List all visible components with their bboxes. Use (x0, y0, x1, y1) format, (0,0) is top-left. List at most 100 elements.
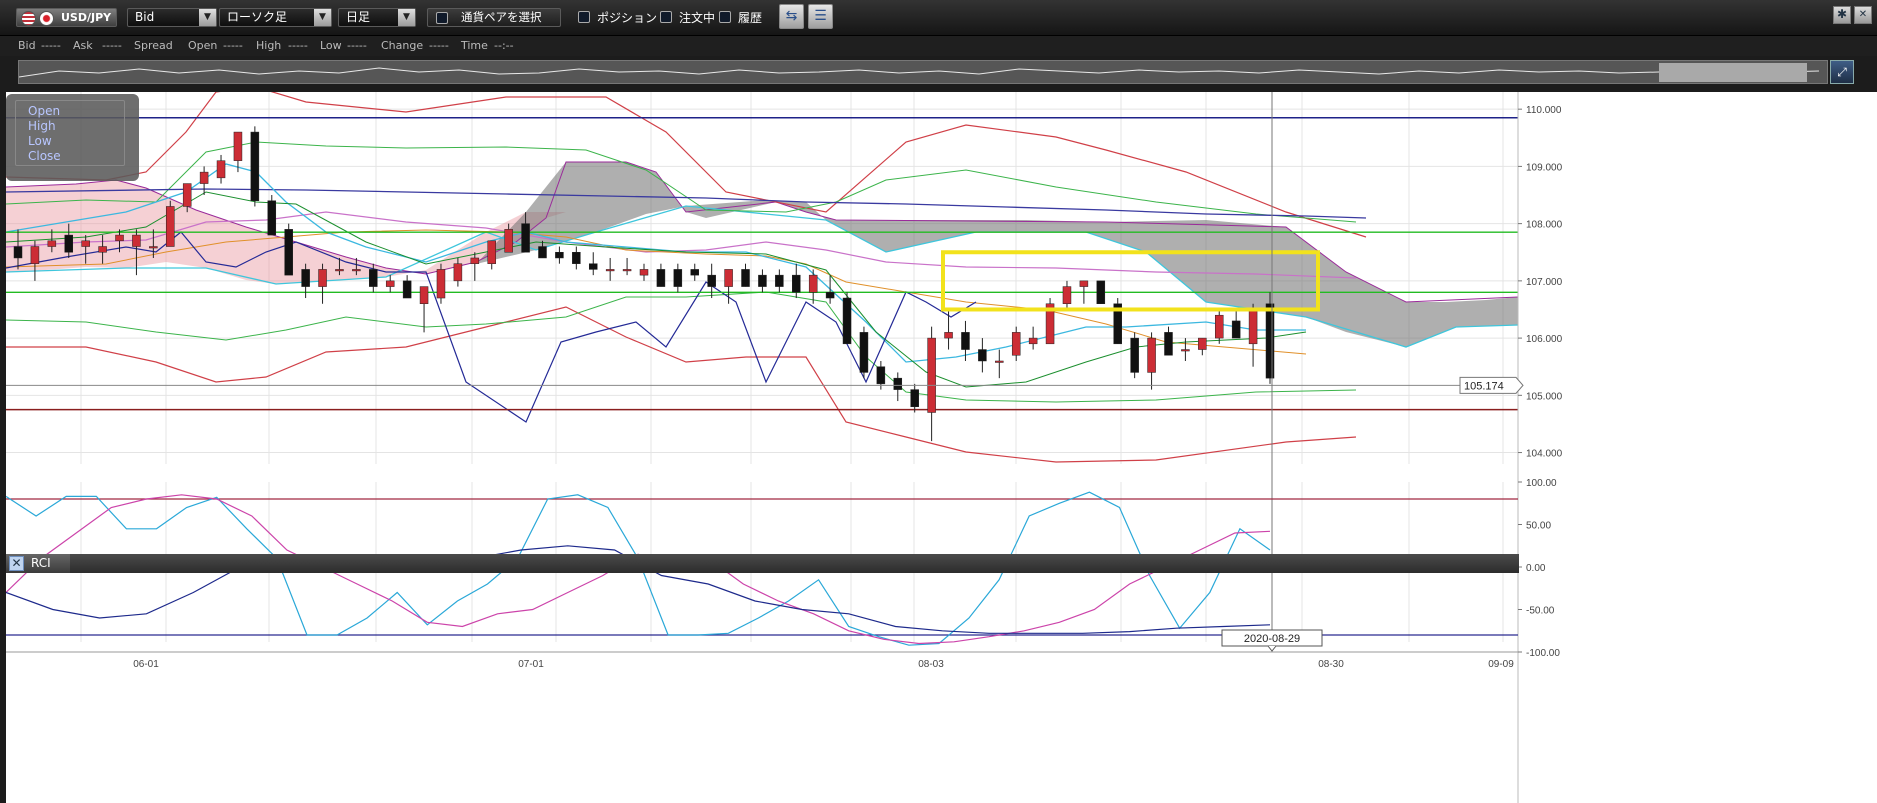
rci-tab[interactable]: ✕ RCI (6, 554, 70, 573)
position-checkbox[interactable] (578, 11, 590, 23)
time-value: --:-- (494, 39, 514, 52)
ohlc-open-label: Open (28, 104, 61, 118)
candle-body (115, 234, 124, 242)
price-type-value: Bid (135, 10, 155, 24)
price-tick-label: 108.000 (1526, 220, 1563, 231)
crosshair-date-label: 2020-08-29 (1244, 633, 1300, 645)
timeframe-select[interactable]: 日足 ▼ (338, 8, 416, 27)
expand-icon[interactable]: ⤢ (1830, 60, 1854, 84)
candle-body (808, 274, 818, 293)
candle-body (1147, 337, 1156, 373)
candle-body (1079, 280, 1089, 287)
candle-body (352, 269, 361, 272)
candle-body (369, 269, 378, 287)
open-value: ----- (223, 39, 243, 52)
candle-body (876, 366, 886, 385)
candle-body (1198, 337, 1207, 350)
price-type-select[interactable]: Bid ▼ (127, 8, 217, 27)
change-value: ----- (429, 39, 449, 52)
chevron-down-icon: ▼ (314, 9, 331, 26)
open-label: Open (188, 39, 218, 52)
candle-body (859, 332, 869, 373)
ask-label: Ask (73, 39, 93, 52)
candle-body (1130, 337, 1139, 373)
ohlc-close-label: Close (28, 149, 61, 163)
candle-body (605, 269, 615, 272)
chevron-down-icon: ▼ (398, 9, 415, 26)
x-tick-label: 06-01 (133, 659, 159, 670)
chart-type-select[interactable]: ローソク足 ▼ (219, 8, 332, 27)
candle-body (436, 269, 446, 299)
chart-navigator: ⤢ (0, 56, 1877, 91)
chart-settings-icon[interactable]: ☰ (808, 4, 833, 29)
rci-tick-label: 50.00 (1526, 521, 1551, 532)
candle-body (673, 269, 683, 287)
candle-body (419, 286, 429, 305)
candle-body (267, 200, 277, 236)
currency-pair-label: USD/JPY (61, 11, 112, 24)
candle-body (538, 246, 547, 259)
price-chart: 110.000 109.000 108.000 107.000 106.000 105.0… (6, 92, 1877, 803)
history-checkbox[interactable] (719, 11, 731, 23)
candle-body (335, 269, 344, 272)
price-tick-label: 107.000 (1526, 277, 1563, 288)
candle-body (1028, 337, 1038, 345)
candle-body (893, 377, 903, 390)
chart-swap-icon[interactable]: ⇆ (779, 4, 804, 29)
candle-body (13, 246, 23, 259)
candle-body (741, 269, 750, 287)
close-icon[interactable]: ✕ (1854, 6, 1872, 24)
navigator-line (19, 67, 1820, 78)
navigator-selection[interactable] (1659, 63, 1807, 82)
orders-checkbox[interactable] (660, 11, 672, 23)
quote-bar: Bid ----- Ask ----- Spread Open ----- Hi… (0, 36, 1877, 56)
spread-label: Spread (134, 39, 173, 52)
current-price-label: 105.174 (1464, 380, 1504, 392)
time-label: Time (461, 39, 488, 52)
candle-body (1231, 320, 1241, 339)
candle-body (504, 229, 513, 253)
position-label: ポジション (597, 11, 658, 25)
candle-body (724, 269, 733, 287)
chart-area[interactable]: 110.000 109.000 108.000 107.000 106.000 105.0… (6, 92, 1877, 803)
navigator-strip[interactable] (18, 60, 1828, 84)
candle-body (588, 263, 598, 270)
candle-body (98, 246, 107, 253)
candle-body (166, 206, 175, 247)
candle-body (250, 131, 260, 201)
currency-pair-button[interactable]: USD/JPY (16, 8, 117, 27)
candle-body (149, 246, 158, 249)
candle-body (961, 332, 970, 350)
timeframe-value: 日足 (346, 10, 371, 24)
candle-body (555, 251, 564, 259)
x-tick-label: 09-09 (1488, 659, 1514, 670)
japan-flag-icon (39, 11, 54, 26)
x-tick-label: 07-01 (518, 659, 544, 670)
candle-body (622, 269, 632, 272)
candle-body (690, 269, 700, 276)
candle-body (792, 274, 801, 293)
candle-body (470, 257, 480, 264)
ohlc-box: Open High Low Close (15, 100, 125, 166)
bid-label: Bid (18, 39, 36, 52)
candle-body (233, 131, 243, 161)
select-pair-button[interactable]: 通貨ペアを選択 (427, 8, 561, 27)
close-icon[interactable]: ✕ (9, 556, 24, 571)
candle-body (301, 269, 310, 287)
high-value: ----- (288, 39, 308, 52)
candle-body (995, 360, 1004, 363)
gear-icon[interactable]: ✱ (1833, 6, 1851, 24)
candle-body (758, 274, 767, 287)
history-label: 履歴 (738, 11, 763, 25)
candle-body (182, 183, 192, 207)
select-pair-checkbox[interactable] (436, 12, 448, 24)
rci-tick-label: -50.00 (1526, 606, 1555, 617)
select-pair-label: 通貨ペアを選択 (461, 10, 542, 24)
candle-body (1214, 314, 1224, 339)
bid-value: ----- (41, 39, 61, 52)
price-axis-bg (1518, 92, 1877, 803)
change-label: Change (381, 39, 424, 52)
ask-value: ----- (102, 39, 122, 52)
x-tick-label: 08-03 (918, 659, 944, 670)
candle-body (825, 292, 835, 299)
